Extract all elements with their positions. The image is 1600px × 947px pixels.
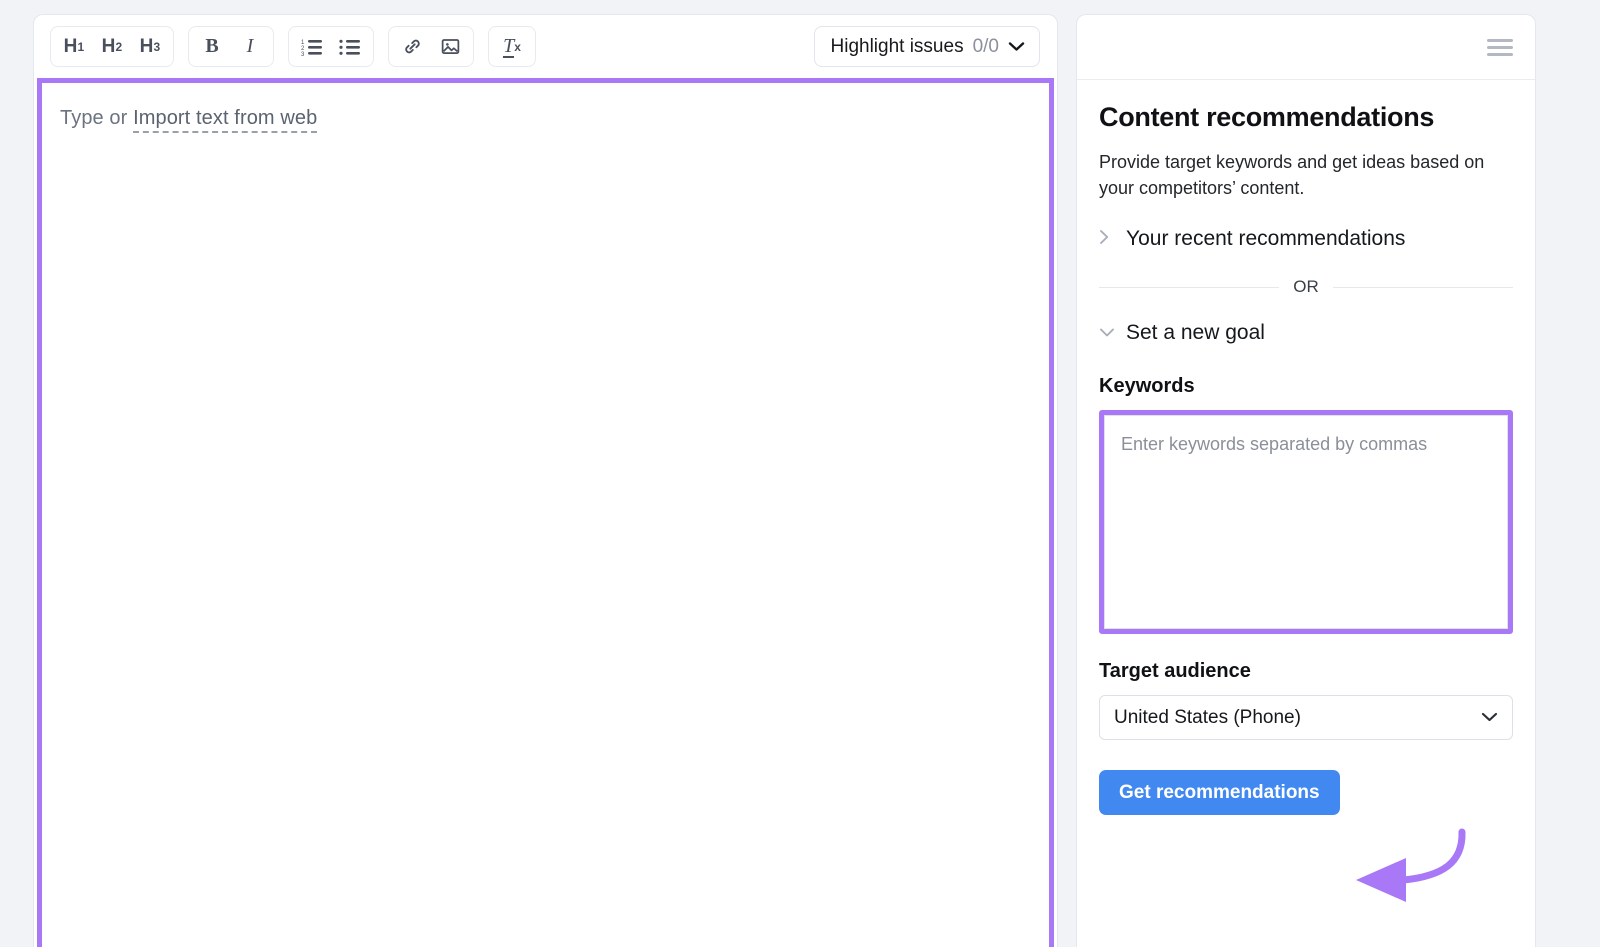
target-audience-select-wrap: United States (Phone) bbox=[1099, 695, 1513, 741]
editor-placeholder-prefix: Type or bbox=[60, 107, 134, 129]
page-title: Content recommendations bbox=[1099, 102, 1435, 132]
app-root: H1 H2 H3 B I 1 2 3 T x Highlight issues … bbox=[0, 0, 1600, 947]
heading-2-label: H bbox=[101, 35, 116, 57]
editor-toolbar: H1 H2 H3 B I 1 2 3 T x Highlight issues … bbox=[34, 15, 1057, 78]
heading-3-level: 3 bbox=[153, 39, 161, 54]
list-group: 1 2 3 bbox=[288, 26, 374, 67]
editor-content-area[interactable]: Type or Import text from web bbox=[37, 78, 1054, 947]
highlight-issues-count: 0/0 bbox=[972, 35, 999, 57]
heading-1-level: 1 bbox=[77, 39, 85, 54]
italic-button[interactable]: I bbox=[231, 30, 269, 64]
bullet-list-icon bbox=[339, 38, 361, 56]
accordion-recent-label: Your recent recommendations bbox=[1126, 227, 1406, 251]
clear-format-label: T bbox=[503, 34, 515, 58]
text-style-group: B I bbox=[188, 26, 274, 67]
target-audience-select[interactable]: United States (Phone) bbox=[1099, 695, 1513, 741]
accordion-recent-recommendations[interactable]: Your recent recommendations bbox=[1099, 223, 1513, 255]
accordion-set-new-goal[interactable]: Set a new goal bbox=[1099, 317, 1513, 349]
chevron-down-icon bbox=[1008, 36, 1025, 58]
heading-button-group: H1 H2 H3 bbox=[50, 26, 174, 67]
heading-3-button[interactable]: H3 bbox=[131, 30, 169, 64]
svg-text:3: 3 bbox=[301, 52, 305, 56]
editor-placeholder: Type or Import text from web bbox=[42, 83, 1049, 133]
clear-format-sub: x bbox=[514, 39, 521, 54]
bold-button[interactable]: B bbox=[193, 30, 231, 64]
ordered-list-button[interactable]: 1 2 3 bbox=[293, 30, 331, 64]
editor-card: H1 H2 H3 B I 1 2 3 T x Highlight issues … bbox=[33, 14, 1058, 947]
chevron-down-icon bbox=[1099, 323, 1114, 343]
hamburger-menu-icon[interactable] bbox=[1487, 35, 1513, 60]
accordion-new-goal-label: Set a new goal bbox=[1126, 321, 1265, 345]
keywords-label: Keywords bbox=[1099, 375, 1195, 398]
highlight-issues-dropdown[interactable]: Highlight issues 0/0 bbox=[813, 26, 1040, 67]
insert-group bbox=[388, 26, 474, 67]
clear-format-group: Tx bbox=[488, 26, 536, 67]
chevron-right-icon bbox=[1099, 229, 1113, 250]
heading-1-button[interactable]: H1 bbox=[55, 30, 93, 64]
target-audience-label: Target audience bbox=[1099, 660, 1251, 683]
highlight-issues-label: Highlight issues bbox=[830, 35, 964, 57]
divider-line-right bbox=[1332, 286, 1513, 288]
image-button[interactable] bbox=[431, 30, 469, 64]
divider-line-left bbox=[1099, 286, 1280, 288]
clear-formatting-button[interactable]: Tx bbox=[493, 30, 531, 64]
divider-label: OR bbox=[1293, 277, 1319, 297]
keywords-input[interactable] bbox=[1104, 415, 1508, 630]
link-icon bbox=[402, 36, 423, 57]
keywords-highlight-frame bbox=[1099, 410, 1513, 635]
heading-1-label: H bbox=[63, 35, 78, 57]
content-recommendations-panel: Content recommendations Provide target k… bbox=[1076, 14, 1536, 947]
heading-2-level: 2 bbox=[115, 39, 123, 54]
panel-description: Provide target keywords and get ideas ba… bbox=[1099, 152, 1485, 199]
import-text-from-web-link[interactable]: Import text from web bbox=[133, 107, 318, 133]
panel-header bbox=[1077, 15, 1535, 80]
link-button[interactable] bbox=[393, 30, 431, 64]
image-icon bbox=[440, 36, 461, 57]
heading-2-button[interactable]: H2 bbox=[93, 30, 131, 64]
or-divider: OR bbox=[1099, 277, 1513, 297]
get-recommendations-button[interactable]: Get recommendations bbox=[1099, 770, 1340, 816]
heading-3-label: H bbox=[139, 35, 154, 57]
bullet-list-button[interactable] bbox=[331, 30, 369, 64]
ordered-list-icon: 1 2 3 bbox=[301, 38, 323, 56]
panel-body: Content recommendations Provide target k… bbox=[1077, 80, 1535, 816]
